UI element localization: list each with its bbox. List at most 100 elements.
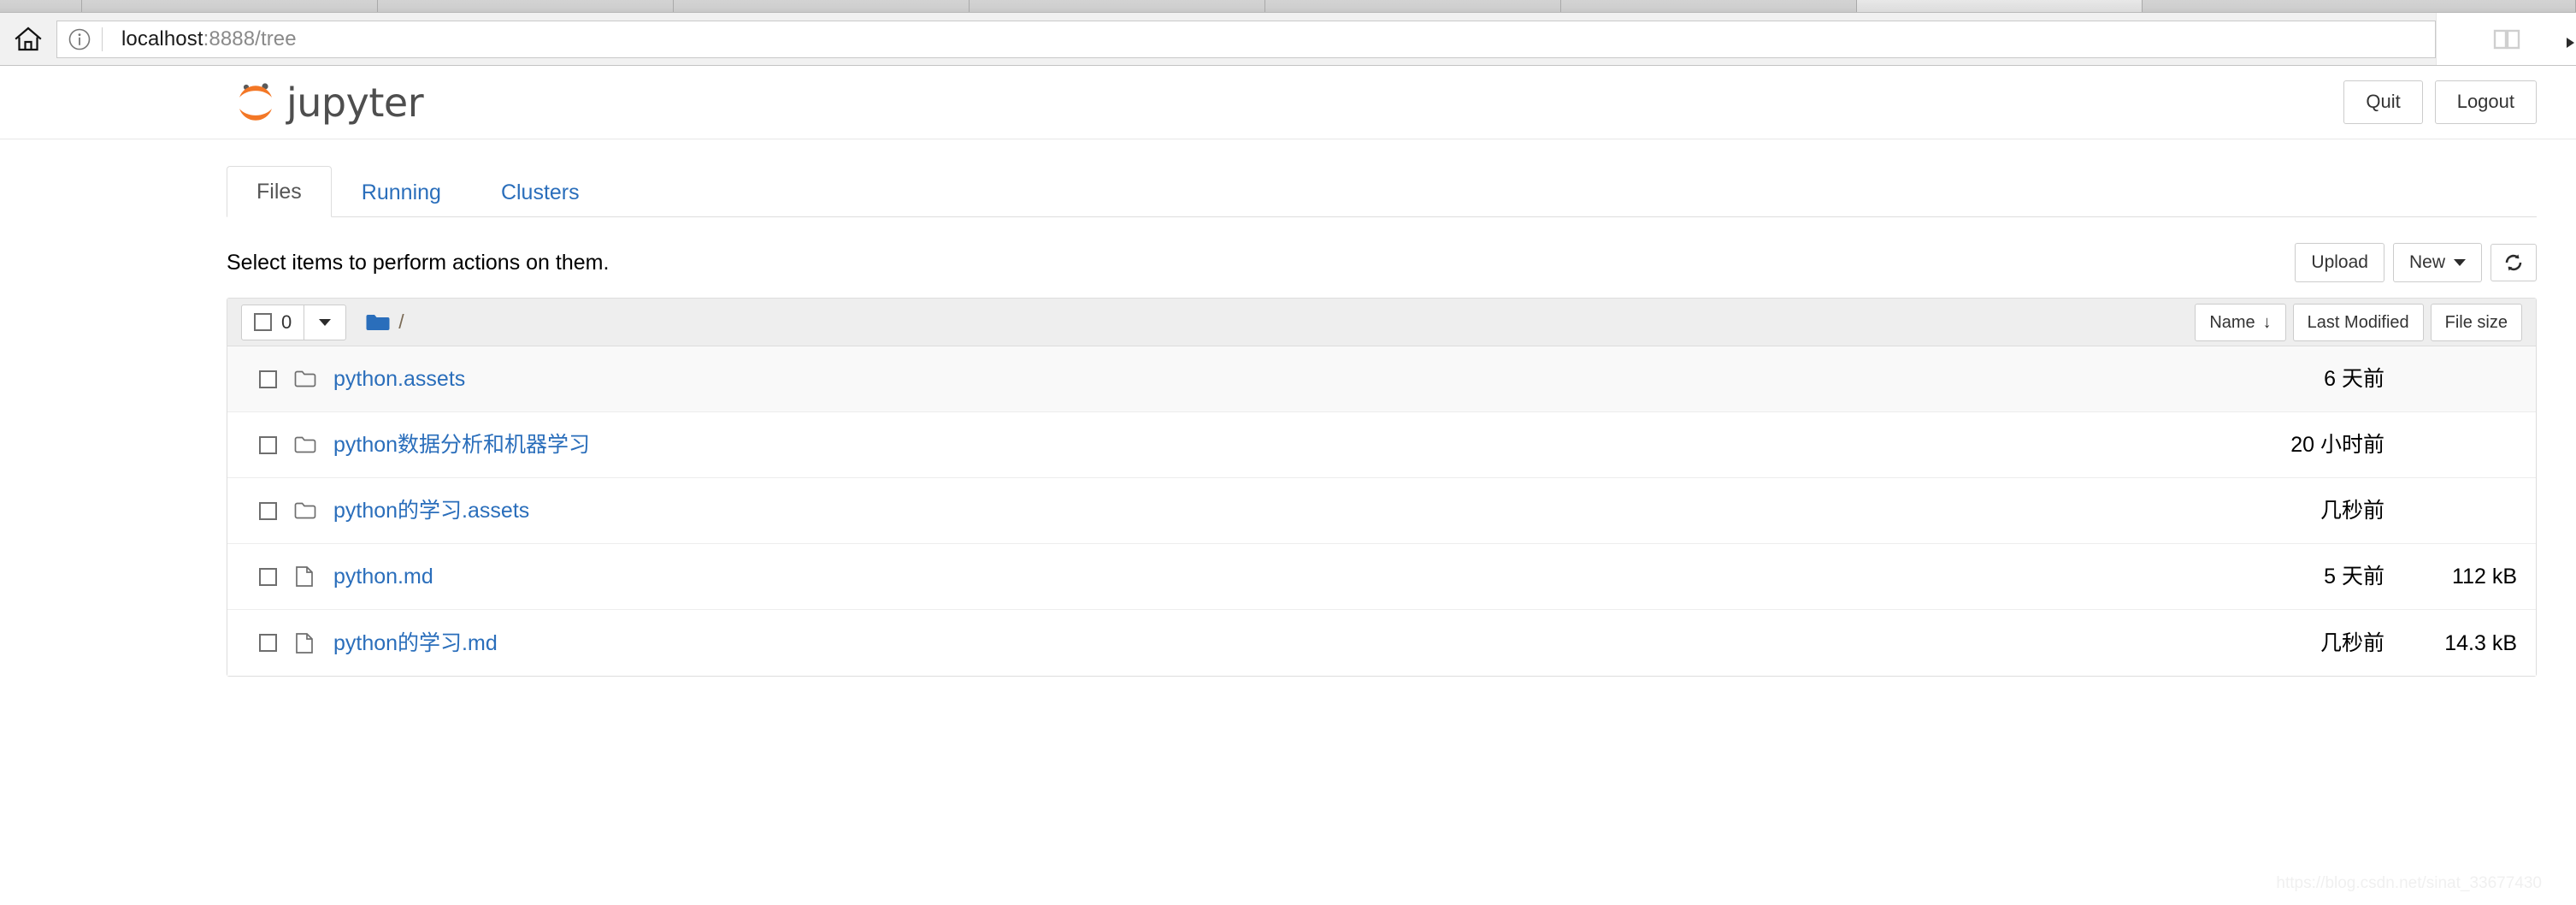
jupyter-logo-text: jupyter	[286, 79, 424, 126]
row-type-icon-cell	[294, 369, 333, 389]
new-button-label: New	[2408, 252, 2445, 273]
url-text: localhost:8888/tree	[121, 27, 297, 51]
breadcrumb: /	[365, 312, 404, 333]
row-checkbox[interactable]	[258, 435, 277, 454]
file-icon	[296, 632, 313, 654]
row-file-size: 14.3 kB	[2444, 630, 2517, 655]
row-last-modified: 5 天前	[2324, 565, 2384, 589]
tab-clusters[interactable]: Clusters	[471, 167, 610, 217]
browser-tab[interactable]	[674, 0, 970, 12]
row-checkbox-cell	[241, 370, 294, 388]
row-checkbox[interactable]	[258, 634, 277, 652]
quit-button[interactable]: Quit	[2343, 80, 2423, 124]
tab-bar: Files Running Clusters	[227, 166, 2537, 217]
new-dropdown-button[interactable]: New	[2392, 243, 2482, 282]
sort-direction-icon: ↓	[2262, 312, 2272, 332]
browser-tab[interactable]	[2143, 0, 2576, 12]
select-all-group: 0	[241, 304, 347, 340]
folder-icon	[294, 370, 316, 387]
folder-icon	[294, 436, 316, 453]
sort-by-size-button[interactable]: File size	[2430, 303, 2522, 341]
refresh-button[interactable]	[2491, 244, 2537, 281]
file-name-link[interactable]: python.assets	[333, 366, 465, 392]
upload-button[interactable]: Upload	[2295, 243, 2384, 282]
table-row[interactable]: python数据分析和机器学习 20 小时前	[227, 412, 2536, 478]
table-row[interactable]: python的学习.md 几秒前 14.3 kB	[227, 610, 2536, 676]
browser-toolbar-right	[2436, 13, 2576, 65]
chevron-down-icon	[319, 318, 332, 326]
table-row[interactable]: python的学习.assets 几秒前	[227, 478, 2536, 544]
row-last-modified: 20 小时前	[2290, 433, 2384, 457]
file-name-link[interactable]: python.md	[333, 564, 433, 589]
row-type-icon-cell	[294, 500, 333, 521]
row-checkbox[interactable]	[258, 567, 277, 586]
file-list: 0 / Name ↓ Last Modified File size pytho…	[227, 298, 2537, 677]
jupyter-logo[interactable]: jupyter	[233, 79, 424, 126]
file-name-link[interactable]: python的学习.assets	[333, 498, 529, 523]
refresh-icon	[2505, 254, 2522, 271]
jupyter-header: jupyter Quit Logout	[0, 66, 2576, 139]
table-row[interactable]: python.md 5 天前 112 kB	[227, 544, 2536, 610]
upload-button-label: Upload	[2311, 252, 2368, 273]
row-checkbox-cell	[241, 435, 294, 454]
tab-running[interactable]: Running	[332, 167, 471, 217]
home-icon	[15, 27, 42, 50]
file-name-link[interactable]: python数据分析和机器学习	[333, 432, 590, 458]
row-type-icon-cell	[294, 565, 333, 588]
jupyter-planet-logo	[239, 82, 272, 121]
row-type-icon-cell	[294, 632, 333, 654]
chevron-down-icon	[2454, 259, 2466, 266]
select-menu-button[interactable]	[304, 305, 345, 340]
home-button[interactable]	[0, 27, 56, 52]
browser-tab[interactable]	[1561, 0, 1857, 12]
table-row[interactable]: python.assets 6 天前	[227, 346, 2536, 412]
folder-icon-blue[interactable]	[365, 312, 391, 333]
browser-tab[interactable]	[1265, 0, 1561, 12]
browser-tab[interactable]	[82, 0, 378, 12]
tab-files[interactable]: Files	[227, 166, 332, 217]
file-name-link[interactable]: python的学习.md	[333, 630, 498, 656]
site-info-button[interactable]	[57, 27, 102, 51]
row-checkbox[interactable]	[258, 501, 277, 520]
url-bar[interactable]: localhost:8888/tree	[56, 20, 2436, 58]
main-content: Files Running Clusters Select items to p…	[0, 166, 2576, 677]
row-last-modified: 几秒前	[2320, 630, 2384, 655]
chevron-right-icon[interactable]	[2567, 38, 2574, 48]
browser-tab-active[interactable]	[1857, 0, 2143, 12]
browser-tab-strip[interactable]	[0, 0, 2576, 13]
book-icon[interactable]	[2492, 27, 2521, 52]
watermark: https://blog.csdn.net/sinat_33677430	[2276, 874, 2542, 892]
breadcrumb-path: /	[398, 311, 404, 333]
url-path: :8888/tree	[203, 27, 297, 50]
browser-tab[interactable]	[970, 0, 1265, 12]
url-host: localhost	[121, 27, 203, 50]
file-icon	[296, 566, 313, 587]
row-file-size: 112 kB	[2452, 565, 2517, 589]
browser-tab[interactable]	[0, 0, 82, 12]
header-buttons: Quit Logout	[2343, 80, 2537, 124]
row-checkbox-cell	[241, 634, 294, 652]
info-circle-icon	[68, 28, 91, 50]
sort-buttons: Name ↓ Last Modified File size	[2195, 303, 2522, 341]
row-checkbox-cell	[241, 567, 294, 586]
folder-icon	[294, 502, 316, 519]
row-last-modified: 6 天前	[2324, 367, 2384, 391]
row-checkbox-cell	[241, 501, 294, 520]
file-list-header: 0 / Name ↓ Last Modified File size	[227, 299, 2536, 346]
sort-by-name-button[interactable]: Name ↓	[2195, 303, 2286, 341]
selected-count: 0	[281, 311, 292, 333]
select-all-checkbox[interactable]	[254, 313, 272, 331]
row-type-icon-cell	[294, 435, 333, 455]
browser-tab[interactable]	[378, 0, 674, 12]
row-checkbox[interactable]	[258, 370, 277, 388]
select-all-control[interactable]: 0	[242, 305, 304, 340]
logout-button[interactable]: Logout	[2434, 80, 2537, 124]
actions-hint: Select items to perform actions on them.	[227, 250, 610, 275]
actions-row: Select items to perform actions on them.…	[227, 242, 2537, 283]
browser-toolbar: localhost:8888/tree	[0, 13, 2576, 66]
url-bar-divider	[102, 27, 103, 51]
row-last-modified: 几秒前	[2320, 499, 2384, 523]
actions-buttons: Upload New	[2295, 243, 2537, 282]
sort-by-modified-button[interactable]: Last Modified	[2292, 303, 2424, 341]
sort-name-label: Name	[2209, 312, 2255, 332]
